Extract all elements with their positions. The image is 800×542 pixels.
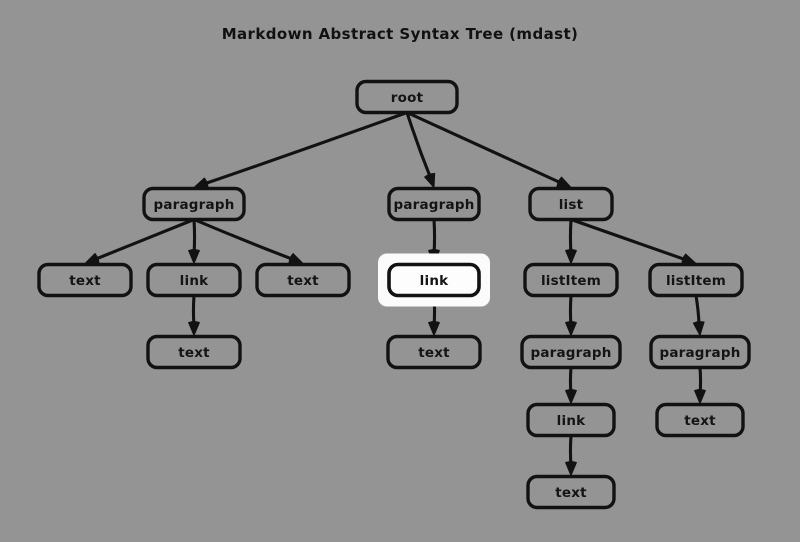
node-label: listItem <box>541 273 601 289</box>
tree-node-link1[interactable]: link <box>146 262 242 298</box>
arrowhead-icon <box>556 176 572 188</box>
arrowhead-icon <box>188 248 200 264</box>
node-label: link <box>420 273 449 289</box>
arrowhead-icon <box>188 320 200 336</box>
edge-para1-to-text2 <box>192 217 304 264</box>
edge-line <box>569 217 689 262</box>
arrowhead-icon <box>681 253 697 265</box>
node-label: paragraph <box>153 197 234 213</box>
tree-node-link3[interactable]: link <box>526 402 616 438</box>
arrowhead-icon <box>694 388 706 404</box>
tree-node-para3[interactable]: paragraph <box>520 334 622 370</box>
tree-node-root[interactable]: root <box>355 79 459 115</box>
tree-node-list[interactable]: list <box>528 186 614 222</box>
node-label: text <box>555 485 587 501</box>
edge-para1-to-link1 <box>188 217 200 264</box>
node-label: link <box>180 273 209 289</box>
edge-link1-to-text3 <box>188 293 200 336</box>
arrowhead-icon <box>565 320 577 336</box>
node-label: root <box>391 90 424 106</box>
edge-line <box>201 110 409 186</box>
arrowhead-icon <box>424 172 436 188</box>
nodes-layer: root paragraph paragraph list text link text li… <box>37 79 751 510</box>
edge-line <box>405 110 565 186</box>
tree-node-para4[interactable]: paragraph <box>649 334 751 370</box>
node-label: paragraph <box>393 197 474 213</box>
node-label: paragraph <box>659 345 740 361</box>
arrowhead-icon <box>565 248 577 264</box>
edge-link3-to-text6 <box>565 433 577 476</box>
tree-node-text5[interactable]: text <box>655 402 745 438</box>
node-label: text <box>418 345 450 361</box>
node-label: link <box>557 413 586 429</box>
page-title: Markdown Abstract Syntax Tree (mdast) <box>222 25 579 43</box>
node-label: list <box>559 197 584 213</box>
edge-para4-to-text5 <box>694 365 706 404</box>
edge-listItem2-to-para4 <box>692 293 705 336</box>
node-label: text <box>287 273 319 289</box>
edge-root-to-para1 <box>193 110 409 189</box>
arrowhead-icon <box>428 320 440 336</box>
arrowhead-icon <box>288 253 304 264</box>
tree-node-text2[interactable]: text <box>255 262 351 298</box>
node-label: text <box>69 273 101 289</box>
edge-listItem1-to-para3 <box>565 293 577 336</box>
node-label: text <box>178 345 210 361</box>
edge-para1-to-text1 <box>84 217 196 264</box>
arrowhead-icon <box>565 460 577 476</box>
tree-node-text3[interactable]: text <box>146 334 242 370</box>
tree-node-listItem1[interactable]: listItem <box>523 262 619 298</box>
tree-node-text4[interactable]: text <box>386 334 482 370</box>
arrowhead-icon <box>692 320 705 336</box>
tree-node-text6[interactable]: text <box>526 474 616 510</box>
mdast-tree-diagram: root paragraph paragraph list text link text li… <box>37 25 751 510</box>
tree-node-link2[interactable]: link <box>387 262 481 298</box>
diagram-canvas: root paragraph paragraph list text link text li… <box>0 0 800 542</box>
tree-node-para2[interactable]: paragraph <box>387 186 481 222</box>
arrowhead-icon <box>565 388 577 404</box>
tree-node-text1[interactable]: text <box>37 262 133 298</box>
node-label: listItem <box>666 273 726 289</box>
arrowhead-icon <box>84 253 100 264</box>
node-label: text <box>684 413 716 429</box>
edge-para3-to-link3 <box>565 365 577 404</box>
edge-list-to-listItem1 <box>565 217 577 264</box>
tree-node-listItem2[interactable]: listItem <box>648 262 744 298</box>
edge-list-to-listItem2 <box>569 217 697 265</box>
edge-line <box>192 217 296 262</box>
node-label: paragraph <box>530 345 611 361</box>
tree-node-para1[interactable]: paragraph <box>142 186 246 222</box>
arrowhead-icon <box>193 177 209 189</box>
edge-line <box>92 217 196 262</box>
